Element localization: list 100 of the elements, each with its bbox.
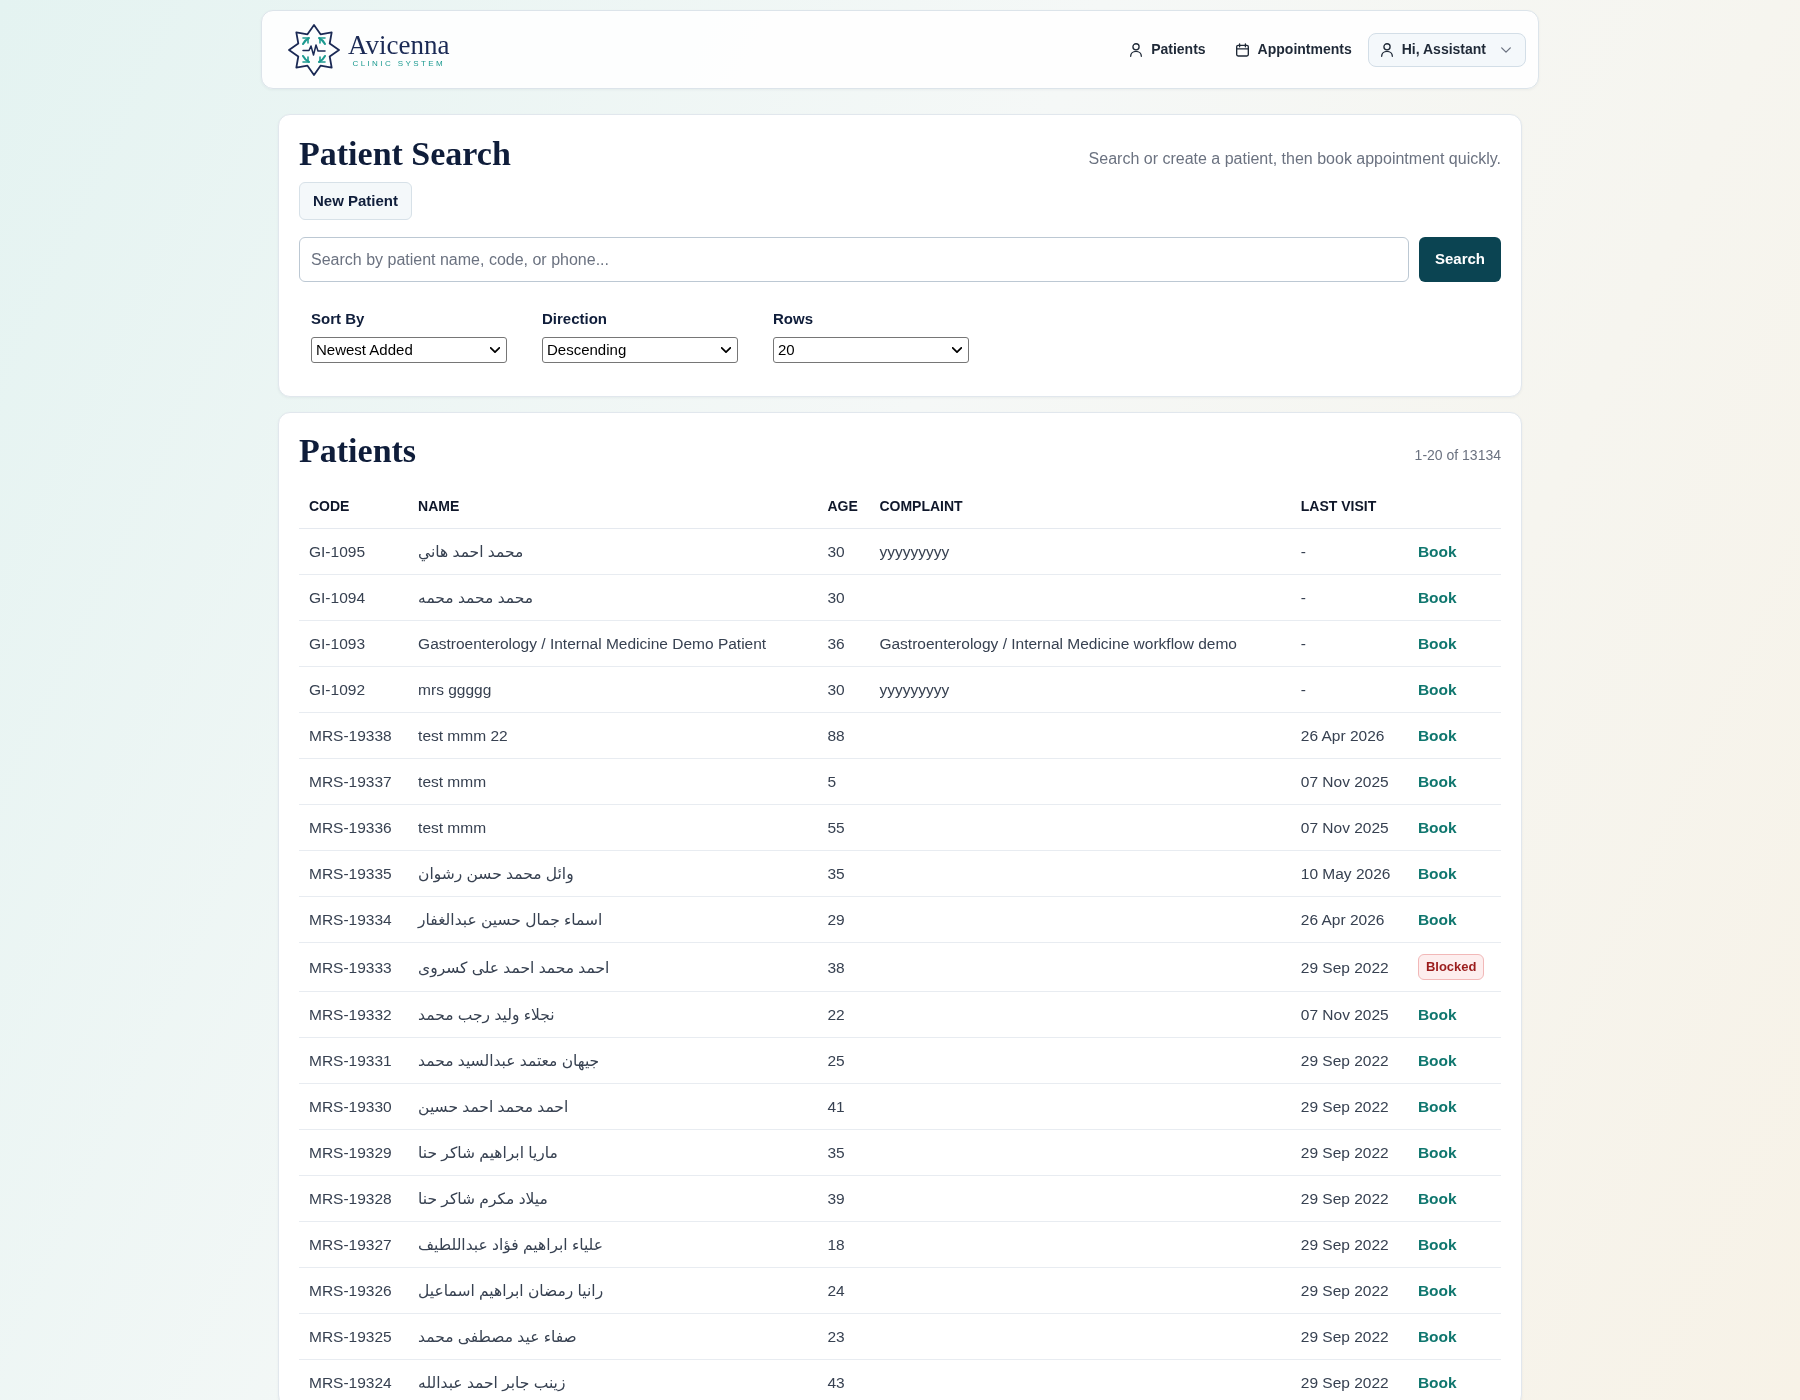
table-cell: MRS-19331	[309, 1052, 392, 1069]
table-cell: -	[1300, 681, 1306, 698]
book-link[interactable]: Book	[1417, 1374, 1457, 1391]
table-cell: yyyyyyyyy	[879, 681, 950, 698]
book-link[interactable]: Book	[1417, 1052, 1457, 1069]
page-title: Patient Search	[299, 134, 511, 174]
table-cell: 29	[827, 911, 845, 928]
table-cell: 55	[827, 819, 845, 836]
table-cell: 43	[827, 1374, 845, 1391]
table-cell: 88	[827, 727, 845, 744]
search-button[interactable]: Search	[1419, 237, 1501, 282]
table-cell: GI-1095	[309, 543, 365, 560]
table-cell: GI-1092	[309, 681, 365, 698]
result-count: 1-20 of 13134	[1414, 446, 1501, 465]
table-cell: 29 Sep 2022	[1300, 1236, 1389, 1253]
table-cell: 26 Apr 2026	[1300, 727, 1385, 744]
table-cell: 26 Apr 2026	[1300, 911, 1385, 928]
table-cell: 23	[827, 1328, 845, 1345]
table-cell: 41	[827, 1098, 845, 1115]
dropdown[interactable]: Descending	[542, 337, 738, 363]
table-cell: 30	[827, 681, 845, 698]
user-icon	[1130, 42, 1143, 57]
page-subtitle: Search or create a patient, then book appointment quickly.	[1088, 149, 1501, 169]
new-patient-button[interactable]: New Patient	[299, 182, 413, 220]
table-cell: MRS-19325	[309, 1328, 392, 1345]
book-link[interactable]: Book	[1417, 589, 1457, 606]
book-link[interactable]: Book	[1417, 1282, 1457, 1299]
table-cell: علياء ابراهيم فؤاد عبداللطيف	[418, 1236, 603, 1253]
blocked-badge: Blocked	[1417, 954, 1485, 980]
book-link[interactable]: Book	[1417, 911, 1457, 928]
table-cell: GI-1093	[309, 635, 365, 652]
nav-link[interactable]: Patients	[1130, 39, 1206, 60]
table-cell: 30	[827, 543, 845, 560]
calendar-icon	[1235, 42, 1249, 57]
table-cell: MRS-19333	[309, 958, 392, 976]
table-cell: MRS-19334	[309, 911, 392, 928]
book-link[interactable]: Book	[1417, 1144, 1457, 1161]
book-link[interactable]: Book	[1417, 819, 1457, 836]
book-link[interactable]: Book	[1417, 1328, 1457, 1345]
table-cell: GI-1094	[309, 589, 365, 606]
table-cell: -	[1300, 635, 1306, 652]
table-cell: -	[1300, 589, 1306, 606]
book-link[interactable]: Book	[1417, 635, 1457, 652]
table-cell: 29 Sep 2022	[1300, 1328, 1389, 1345]
table-cell: MRS-19335	[309, 865, 392, 882]
book-link[interactable]: Book	[1417, 865, 1457, 882]
table-cell: ميلاد مكرم شاكر حنا	[418, 1190, 548, 1207]
section-title: Patients	[299, 431, 417, 471]
table-cell: 22	[827, 1006, 845, 1023]
book-link[interactable]: Book	[1417, 1236, 1457, 1253]
table-cell: محمد محمد محمه	[418, 589, 534, 606]
table-cell: 36	[827, 635, 845, 652]
table-cell: MRS-19329	[309, 1144, 392, 1161]
book-link[interactable]: Book	[1417, 1006, 1457, 1023]
table-cell: 35	[827, 1144, 845, 1161]
table-cell: test mmm	[418, 819, 487, 836]
column-header: CODE	[309, 498, 350, 514]
table-cell: Gastroenterology / Internal Medicine workflow demo	[879, 635, 1237, 652]
field-label: Direction	[542, 309, 608, 329]
book-link[interactable]: Book	[1417, 727, 1457, 744]
user-menu-button[interactable]: Hi, Assistant	[1367, 32, 1526, 67]
table-cell: MRS-19337	[309, 773, 392, 790]
table-cell: ماريا ابراهيم شاكر حنا	[418, 1144, 558, 1161]
book-link[interactable]: Book	[1417, 773, 1457, 790]
book-link[interactable]: Book	[1417, 543, 1457, 560]
table-cell: MRS-19332	[309, 1006, 392, 1023]
table-cell: MRS-19326	[309, 1282, 392, 1299]
table-cell: 30	[827, 589, 845, 606]
nav-link[interactable]: Appointments	[1235, 39, 1352, 60]
brand-name: Avicenna	[348, 30, 450, 59]
table-cell: MRS-19324	[309, 1374, 392, 1391]
dropdown[interactable]: Newest Added	[311, 337, 507, 363]
table-cell: 29 Sep 2022	[1300, 1190, 1389, 1207]
table-cell: احمد محمد احمد على كسروى	[418, 958, 610, 976]
book-link[interactable]: Book	[1417, 1190, 1457, 1207]
table-cell: جيهان معتمد عبدالسيد محمد	[418, 1052, 600, 1069]
search-field[interactable]: Search by patient name, code, or phone...	[299, 237, 1409, 282]
table-cell: نجلاء وليد رجب محمد	[418, 1006, 555, 1023]
chevron-down-icon	[1501, 46, 1511, 53]
field-label: Rows	[773, 309, 814, 329]
book-link[interactable]: Book	[1417, 1098, 1457, 1115]
table-cell: 35	[827, 865, 845, 882]
table-cell: 24	[827, 1282, 845, 1299]
table-cell: محمد احمد هاني	[418, 543, 524, 560]
table-cell: 29 Sep 2022	[1300, 1282, 1389, 1299]
brand-tagline: CLINIC SYSTEM	[352, 58, 445, 69]
table-cell: MRS-19338	[309, 727, 392, 744]
table-cell: yyyyyyyyy	[879, 543, 950, 560]
table-cell: 07 Nov 2025	[1300, 773, 1389, 790]
table-cell: mrs ggggg	[418, 681, 492, 698]
column-header: AGE	[827, 498, 858, 514]
table-cell: 29 Sep 2022	[1300, 958, 1389, 976]
table-cell: 29 Sep 2022	[1300, 1374, 1389, 1391]
table-cell: -	[1300, 543, 1306, 560]
table-cell: 39	[827, 1190, 845, 1207]
table-cell: 10 May 2026	[1300, 865, 1391, 882]
user-icon	[1380, 42, 1393, 57]
logo-icon	[288, 23, 340, 76]
book-link[interactable]: Book	[1417, 681, 1457, 698]
dropdown[interactable]: 20	[773, 337, 969, 363]
